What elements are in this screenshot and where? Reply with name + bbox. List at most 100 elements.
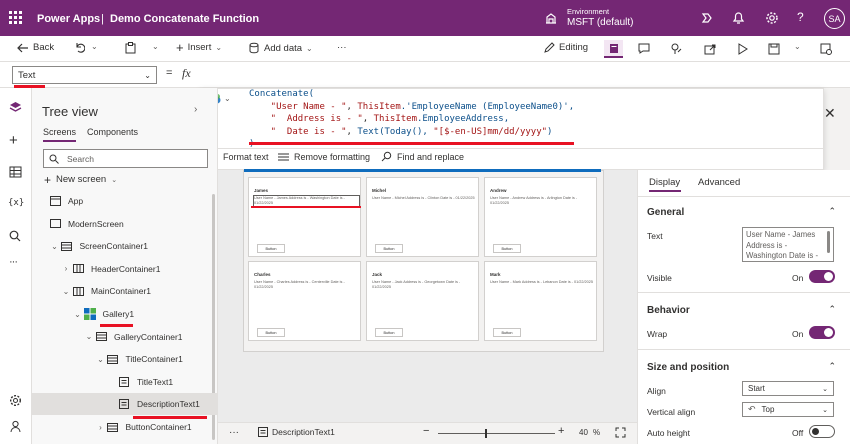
close-icon[interactable]: ✕ (824, 105, 836, 122)
auto-height-toggle[interactable] (809, 425, 835, 438)
card-title[interactable]: Jack (372, 272, 382, 277)
gallery-card[interactable]: Charles User Name - Charles Address is - … (248, 261, 361, 341)
tree-item[interactable]: › ButtonContainer1 (32, 416, 218, 438)
tree-item[interactable]: ⌄ TitleContainer1 (32, 348, 218, 370)
find-replace-button[interactable]: Find and replace (381, 151, 464, 162)
card-title[interactable]: Michel (372, 188, 386, 193)
card-description[interactable]: User Name - Michel Address is - Clinton … (372, 196, 477, 201)
publish-icon[interactable] (820, 43, 832, 55)
zoom-in-button[interactable]: + (558, 425, 564, 437)
text-input-scrollbar[interactable] (827, 231, 830, 253)
card-button[interactable]: Button (493, 244, 521, 253)
app-name[interactable]: Power Apps (37, 13, 100, 25)
card-title[interactable]: Andrew (490, 188, 507, 193)
tree-search-input[interactable]: Search (43, 149, 208, 168)
chevron-down-icon[interactable]: ⌄ (50, 242, 60, 251)
copilot-icon[interactable] (700, 11, 714, 25)
fit-to-window-icon[interactable] (615, 427, 626, 438)
add-data-button[interactable]: Add data ⌄ (248, 42, 313, 54)
gallery-card[interactable]: Jack User Name - Jack Address is - George… (366, 261, 479, 341)
chevron-down-icon[interactable]: ⌄ (84, 332, 94, 341)
tree-view-rail-icon[interactable] (9, 101, 22, 114)
new-screen-button[interactable]: + New screen ⌄ (44, 174, 117, 186)
data-rail-icon[interactable] (9, 166, 22, 178)
more-commands-button[interactable]: ··· (337, 42, 347, 53)
tree-item[interactable]: App (32, 190, 218, 212)
avatar[interactable]: SA (824, 8, 845, 29)
zoom-out-button[interactable]: − (423, 425, 429, 437)
formula-line[interactable]: " Date is - ", Text(Today(), "[$-en-US]m… (249, 126, 574, 139)
gallery-card[interactable]: Mark User Name - Mark Address is - Lebano… (484, 261, 597, 341)
card-description[interactable]: User Name - Jack Address is - Georgetown… (372, 280, 477, 290)
zoom-slider[interactable] (438, 429, 555, 438)
editing-button[interactable]: Editing (544, 42, 588, 53)
formula-line[interactable]: "User Name - ", ThisItem.'EmployeeName (… (249, 101, 574, 114)
card-button[interactable]: Button (375, 244, 403, 253)
tab-advanced[interactable]: Advanced (698, 177, 740, 188)
card-title[interactable]: Charles (254, 272, 271, 277)
tree-item[interactable]: › HeaderContainer1 (32, 258, 218, 280)
card-button[interactable]: Button (493, 328, 521, 337)
vertical-align-dropdown[interactable]: ↶ Top ⌄ (742, 402, 834, 417)
wrap-toggle[interactable] (809, 326, 835, 339)
settings-rail-icon[interactable] (9, 394, 22, 407)
card-button[interactable]: Button (375, 328, 403, 337)
comment-icon[interactable] (638, 43, 650, 54)
chevron-right-icon[interactable]: › (61, 264, 71, 273)
tree-item[interactable]: ⌄ ScreenContainer1 (32, 235, 218, 257)
tab-display[interactable]: Display (649, 177, 680, 188)
pages-button[interactable] (604, 40, 623, 58)
chevron-right-icon[interactable]: › (194, 104, 197, 115)
waffle-icon[interactable] (9, 11, 22, 24)
zoom-slider-thumb[interactable] (484, 429, 487, 438)
chevron-down-icon[interactable]: ⌄ (73, 310, 83, 319)
chevron-down-icon[interactable]: ⌄ (96, 355, 106, 364)
more-rail-icon[interactable]: ··· (9, 256, 18, 268)
more-options-icon[interactable]: ··· (229, 427, 239, 438)
align-dropdown[interactable]: Start ⌄ (742, 381, 834, 396)
undo-button[interactable] (74, 42, 85, 53)
app-checker-icon[interactable] (670, 43, 682, 55)
share-icon[interactable] (704, 43, 716, 55)
chevron-right-icon[interactable]: › (96, 423, 106, 432)
card-description[interactable]: User Name - Andrew Address is - Arlingto… (490, 196, 595, 206)
chevron-up-icon[interactable]: ⌃ (828, 206, 836, 217)
tree-item[interactable]: ⌄ Gallery1 (32, 303, 218, 325)
insert-button[interactable]: + Insert ⌄ (176, 41, 222, 54)
gallery-card[interactable]: Michel User Name - Michel Address is - Cl… (366, 177, 479, 257)
save-dropdown-icon[interactable]: ⌄ (794, 42, 801, 51)
property-dropdown[interactable]: Text ⌄ (12, 66, 157, 84)
chevron-up-icon[interactable]: ⌃ (828, 304, 836, 315)
card-title[interactable]: Mark (490, 272, 501, 277)
remove-formatting-button[interactable]: Remove formatting (278, 152, 370, 162)
back-button[interactable]: Back (17, 42, 54, 53)
card-title[interactable]: James (254, 188, 268, 193)
chevron-down-icon[interactable]: ⌄ (61, 287, 71, 296)
gallery-card[interactable]: James User Name - James Address is - Wash… (248, 177, 361, 257)
visible-toggle[interactable] (809, 270, 835, 283)
virtual-agent-rail-icon[interactable] (9, 420, 22, 433)
search-rail-icon[interactable] (9, 230, 21, 242)
environment-name[interactable]: MSFT (default) (567, 17, 634, 28)
bell-icon[interactable] (732, 11, 745, 25)
formula-editor[interactable]: ⌄ Concatenate( "User Name - ", ThisItem.… (200, 88, 824, 170)
card-description[interactable]: User Name - Mark Address is - Lebanon Da… (490, 280, 595, 285)
tab-components[interactable]: Components (87, 127, 138, 137)
chevron-up-icon[interactable]: ⌃ (828, 361, 836, 372)
save-icon[interactable] (768, 43, 780, 55)
text-property-input[interactable]: User Name - James Address is - Washingto… (742, 227, 834, 262)
gear-icon[interactable] (765, 11, 779, 25)
tab-screens[interactable]: Screens (43, 127, 76, 137)
selected-control-breadcrumb[interactable]: DescriptionText1 (258, 427, 335, 437)
card-button[interactable]: Button (257, 244, 285, 253)
paste-button[interactable] (125, 42, 136, 54)
paste-dropdown-icon[interactable]: ⌄ (152, 42, 159, 51)
card-description[interactable]: User Name - Charles Address is - Centerv… (254, 280, 359, 290)
app-screen-preview[interactable]: James User Name - James Address is - Wash… (243, 169, 604, 352)
play-icon[interactable] (737, 43, 748, 55)
tree-item[interactable]: ⌄ MainContainer1 (32, 280, 218, 302)
card-description[interactable]: User Name - James Address is - Washingto… (253, 195, 360, 207)
tree-item[interactable]: DescriptionText1 (32, 393, 218, 416)
gallery-card[interactable]: Andrew User Name - Andrew Address is - Ar… (484, 177, 597, 257)
tree-item[interactable]: TitleText1 (32, 371, 218, 393)
